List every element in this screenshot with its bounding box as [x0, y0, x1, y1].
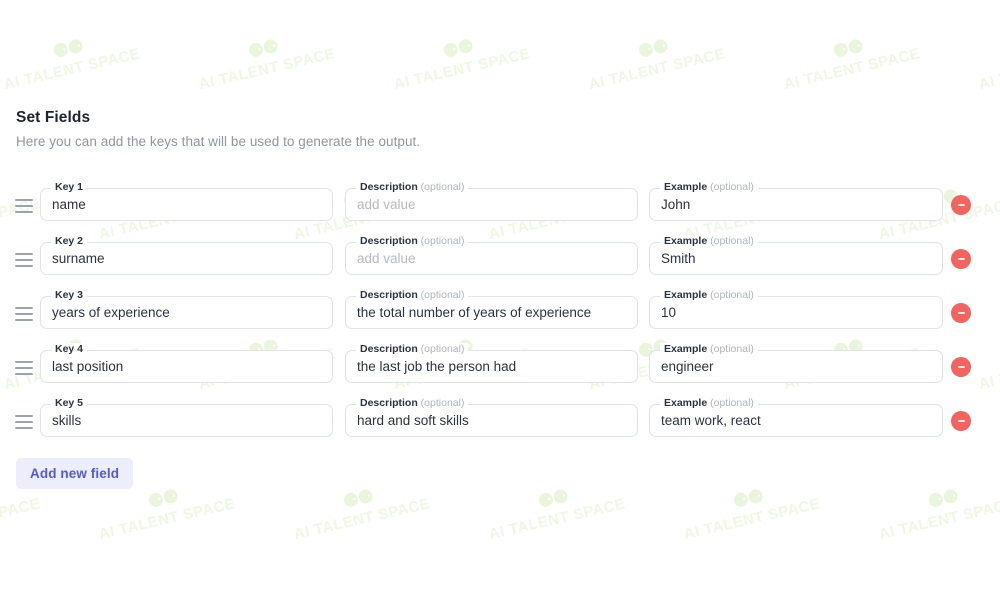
drag-handle-icon[interactable] — [15, 199, 33, 213]
key-2-input[interactable]: surname — [52, 242, 323, 275]
example-1-field-wrapper: Example (optional) John — [649, 181, 943, 221]
add-new-field-button[interactable]: Add new field — [16, 458, 134, 489]
description-4-field-wrapper: Description (optional) the last job the p… — [345, 343, 638, 383]
fields-list: Key 1 name Description (optional) add value… — [0, 181, 1000, 458]
minus-icon — [957, 258, 965, 260]
description-5-field-wrapper: Description (optional) hard and soft skil… — [345, 397, 638, 437]
example-3-field-wrapper: Example (optional) 10 — [649, 289, 943, 329]
field-row: Key 2 surname Description (optional) add va… — [0, 235, 1000, 296]
example-4-optional-tag: (optional) — [707, 343, 754, 355]
key-5-field-wrapper: Key 5 skills — [40, 397, 333, 437]
field-row: Key 1 name Description (optional) add value… — [0, 181, 1000, 242]
description-1-field-wrapper: Description (optional) add value — [345, 181, 638, 221]
example-5-optional-tag: (optional) — [707, 397, 754, 409]
remove-field-button[interactable] — [951, 195, 971, 215]
description-2-field-label: Description (optional) — [356, 235, 469, 248]
example-2-field-label: Example (optional) — [660, 235, 758, 248]
field-row: Key 5 skills Description (optional) hard an… — [0, 397, 1000, 458]
example-4-field-wrapper: Example (optional) engineer — [649, 343, 943, 383]
description-3-field-wrapper: Description (optional) the total number o… — [345, 289, 638, 329]
page-root: Set Fields Here you can add the keys tha… — [0, 0, 1000, 600]
key-2-field-label: Key 2 — [51, 235, 88, 248]
remove-field-button[interactable] — [951, 303, 971, 323]
key-4-input[interactable]: last position — [52, 350, 323, 383]
description-3-field-label: Description (optional) — [356, 289, 469, 302]
field-row: Key 4 last position Description (optional)… — [0, 343, 1000, 404]
description-1-field-label: Description (optional) — [356, 181, 469, 194]
description-2-optional-tag: (optional) — [417, 235, 465, 247]
description-1-optional-tag: (optional) — [417, 181, 465, 193]
example-3-optional-tag: (optional) — [707, 289, 754, 301]
minus-icon — [957, 420, 965, 422]
description-5-optional-tag: (optional) — [417, 397, 465, 409]
page-title: Set Fields — [16, 109, 91, 126]
drag-handle-icon[interactable] — [15, 307, 33, 321]
key-2-field-wrapper: Key 2 surname — [40, 235, 333, 275]
key-5-field-label: Key 5 — [51, 397, 88, 410]
key-4-field-label: Key 4 — [51, 343, 88, 356]
minus-icon — [957, 204, 965, 206]
description-3-optional-tag: (optional) — [417, 289, 465, 301]
field-row: Key 3 years of experience Description (opt… — [0, 289, 1000, 350]
remove-field-button[interactable] — [951, 411, 971, 431]
key-4-field-wrapper: Key 4 last position — [40, 343, 333, 383]
description-5-field-label: Description (optional) — [356, 397, 469, 410]
remove-field-button[interactable] — [951, 357, 971, 377]
minus-icon — [957, 312, 965, 314]
example-1-field-label: Example (optional) — [660, 181, 758, 194]
remove-field-button[interactable] — [951, 249, 971, 269]
key-3-field-wrapper: Key 3 years of experience — [40, 289, 333, 329]
example-4-field-label: Example (optional) — [660, 343, 758, 356]
drag-handle-icon[interactable] — [15, 253, 33, 267]
drag-handle-icon[interactable] — [15, 415, 33, 429]
example-2-field-wrapper: Example (optional) Smith — [649, 235, 943, 275]
example-1-optional-tag: (optional) — [707, 181, 754, 193]
description-4-field-label: Description (optional) — [356, 343, 469, 356]
key-5-input[interactable]: skills — [52, 404, 323, 437]
example-2-optional-tag: (optional) — [707, 235, 754, 247]
key-1-input[interactable]: name — [52, 188, 323, 221]
example-5-field-wrapper: Example (optional) team work, react — [649, 397, 943, 437]
description-4-optional-tag: (optional) — [417, 343, 465, 355]
key-1-field-wrapper: Key 1 name — [40, 181, 333, 221]
minus-icon — [957, 366, 965, 368]
drag-handle-icon[interactable] — [15, 361, 33, 375]
description-2-field-wrapper: Description (optional) add value — [345, 235, 638, 275]
key-3-input[interactable]: years of experience — [52, 296, 323, 329]
example-3-field-label: Example (optional) — [660, 289, 758, 302]
key-3-field-label: Key 3 — [51, 289, 88, 302]
key-1-field-label: Key 1 — [51, 181, 88, 194]
page-subtitle: Here you can add the keys that will be u… — [16, 134, 421, 149]
example-5-field-label: Example (optional) — [660, 397, 758, 410]
